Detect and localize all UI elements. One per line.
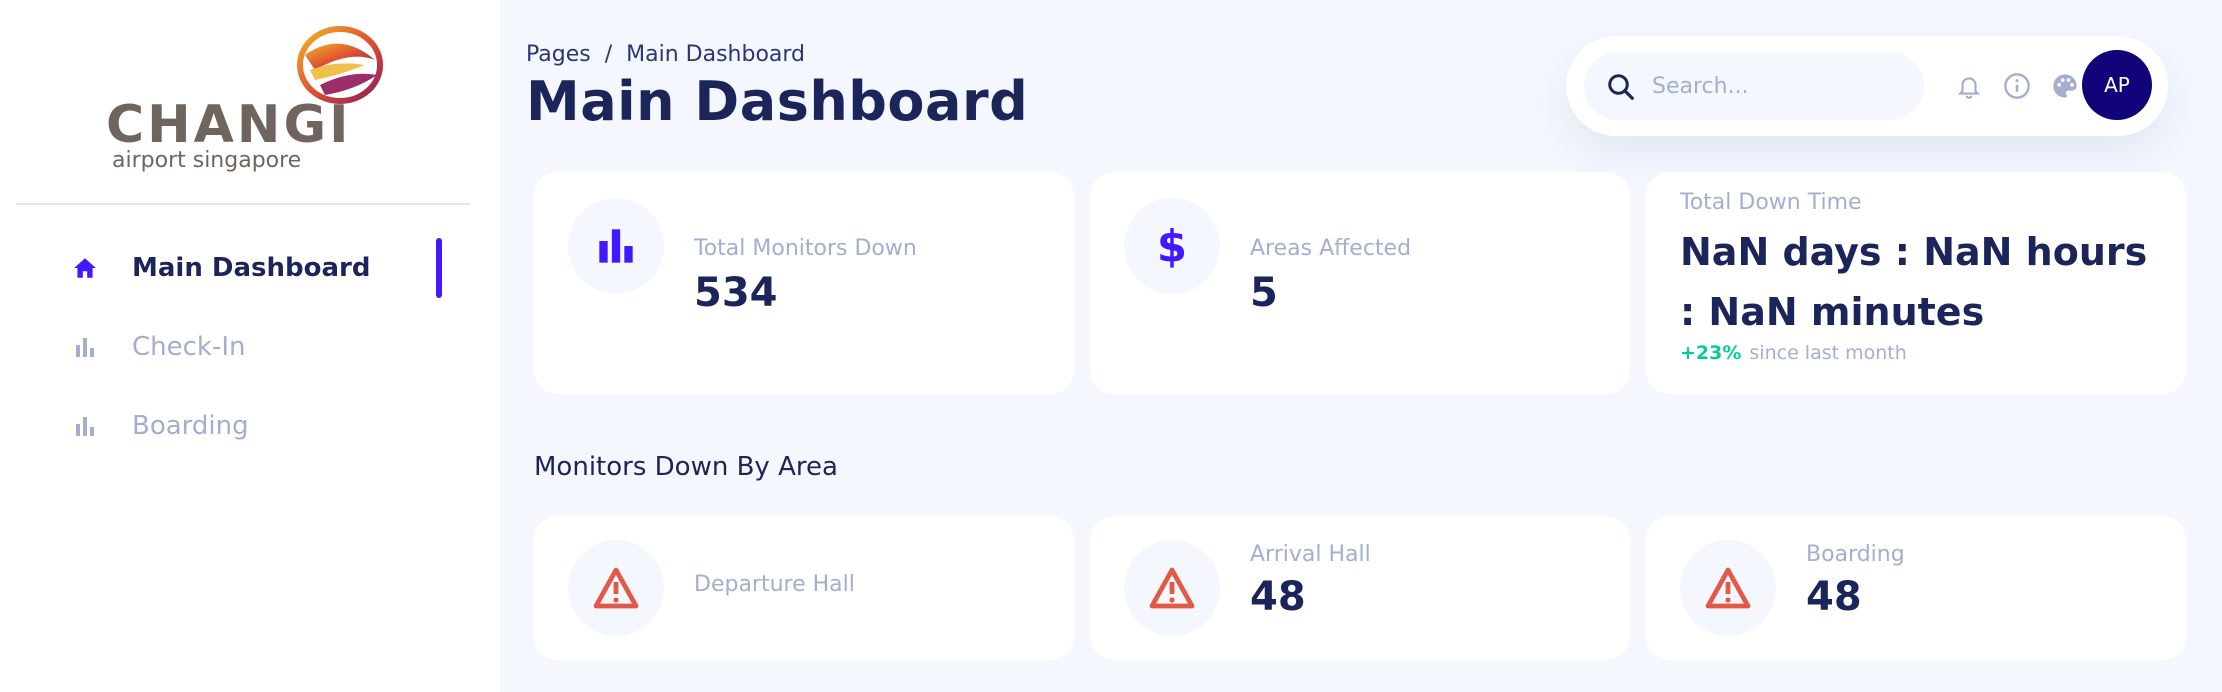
stat-label: Areas Affected [1250,236,1412,261]
dollar-icon: $ [1124,198,1220,294]
section-title: Monitors Down By Area [534,452,838,482]
bar-chart-icon [72,334,98,360]
trend-caption: since last month [1749,342,1907,364]
breadcrumb-current[interactable]: Main Dashboard [626,42,805,67]
stat-value: 534 [694,270,778,316]
info-icon[interactable] [2002,71,2032,101]
sidebar-item-check-in[interactable]: Check-In [0,317,500,377]
downtime-value: NaN days : NaN hours : NaN minutes [1680,230,2148,334]
trend-percent: +23% [1680,342,1742,364]
sidebar-item-label: Check-In [132,332,246,362]
logo-subtitle: airport singapore [112,148,302,173]
area-label: Arrival Hall [1250,542,1371,567]
bar-chart-icon [568,198,664,294]
warning-icon [568,540,664,636]
avatar[interactable]: AP [2082,50,2152,120]
sidebar-item-boarding[interactable]: Boarding [0,396,500,456]
bar-chart-icon [72,413,98,439]
warning-icon [1124,540,1220,636]
sidebar-item-label: Boarding [132,411,249,441]
area-card-arrival: Arrival Hall 48 [1090,516,1630,660]
sidebar-item-main-dashboard[interactable]: Main Dashboard [0,238,500,298]
sidebar-divider [16,203,470,205]
area-value: 48 [1250,574,1306,620]
sidebar: CHANGI airport singapore Main Dashboard … [0,0,500,692]
area-card-departure: Departure Hall [534,516,1074,660]
page-title: Main Dashboard [526,70,1029,133]
stat-card-monitors: Total Monitors Down 534 [534,172,1074,394]
search-icon [1608,74,1634,100]
active-indicator [436,238,442,298]
stat-value: 5 [1250,270,1278,316]
home-icon [72,255,98,281]
breadcrumb-pages[interactable]: Pages [526,42,591,67]
stat-card-downtime: Total Down Time NaN days : NaN hours : N… [1646,172,2186,394]
search-input[interactable] [1652,66,1902,106]
palette-icon[interactable] [2050,71,2080,101]
area-value: 48 [1806,574,1862,620]
trend-text: +23% since last month [1680,342,1907,364]
search-box [1584,52,1924,120]
breadcrumb-separator: / [604,42,613,67]
svg-text:$: $ [1157,222,1187,270]
header-toolbar: AP [1566,36,2168,136]
stat-card-areas: $ Areas Affected 5 [1090,172,1630,394]
area-card-boarding: Boarding 48 [1646,516,2186,660]
stat-label: Total Down Time [1680,190,1862,215]
bell-icon[interactable] [1954,71,1984,101]
area-label: Boarding [1806,542,1905,567]
area-label: Departure Hall [694,572,855,597]
changi-logo[interactable]: CHANGI airport singapore [100,20,400,180]
logo-wordmark: CHANGI [106,95,352,155]
sidebar-item-label: Main Dashboard [132,253,371,283]
logo-swirl-icon [297,26,383,104]
breadcrumb: Pages / Main Dashboard [526,42,805,67]
warning-icon [1680,540,1776,636]
stat-label: Total Monitors Down [694,236,917,261]
